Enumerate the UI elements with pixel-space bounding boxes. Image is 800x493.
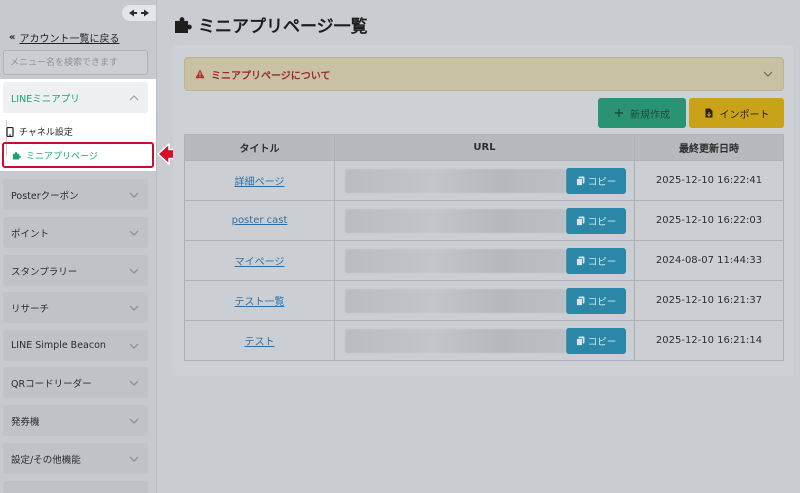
- url-value-redacted: [345, 248, 566, 273]
- page-title-link[interactable]: 詳細ページ: [235, 177, 285, 188]
- copy-button[interactable]: コピー: [566, 247, 626, 274]
- warning-icon: [195, 69, 205, 79]
- menu-group-label: リサーチ: [11, 303, 50, 315]
- copy-icon: [575, 176, 585, 186]
- chevron-down-icon: [129, 192, 139, 198]
- url-value-redacted: [345, 168, 566, 193]
- sidebar-item-channel-settings[interactable]: チャネル設定: [6, 125, 73, 138]
- menu-group-label: QRコードリーダー: [11, 378, 92, 390]
- updated-at: 2025-12-10 16:21:14: [634, 320, 784, 361]
- column-header-url: URL: [334, 134, 635, 161]
- menu-group-research[interactable]: リサーチ: [3, 292, 148, 323]
- table-header-row: タイトル URL 最終更新日時: [184, 134, 784, 161]
- menu-group-line-mini-app[interactable]: LINEミニアプリ: [3, 82, 148, 113]
- back-to-accounts-link[interactable]: « アカウント一覧に戻る: [9, 30, 119, 45]
- copy-icon: [575, 296, 585, 306]
- chevron-down-icon: [129, 418, 139, 424]
- url-value-redacted: [345, 328, 566, 353]
- menu-group-line-simple-beacon[interactable]: LINE Simple Beacon: [3, 330, 148, 361]
- menu-search-input[interactable]: [3, 50, 148, 75]
- copy-button[interactable]: コピー: [566, 327, 626, 354]
- mini-app-pages-table: タイトル URL 最終更新日時 詳細ページ コピー 2025-12-10 16:…: [184, 134, 784, 361]
- copy-button[interactable]: コピー: [566, 287, 626, 314]
- copy-label: コピー: [587, 176, 617, 188]
- chevron-down-icon: [763, 71, 773, 77]
- new-create-label: 新規作成: [630, 109, 670, 121]
- page-title-link[interactable]: マイページ: [235, 257, 285, 268]
- copy-label: コピー: [587, 216, 617, 228]
- menu-group-label: ポイント: [11, 228, 50, 240]
- page-title-text: ミニアプリページ一覧: [198, 17, 368, 37]
- chevron-down-icon: [129, 268, 139, 274]
- table-row: テスト一覧 コピー 2025-12-10 16:21:37: [184, 280, 784, 321]
- import-button[interactable]: インポート: [689, 98, 784, 128]
- updated-at: 2024-08-07 11:44:33: [634, 240, 784, 281]
- copy-button[interactable]: コピー: [566, 207, 626, 234]
- puzzle-icon: [12, 151, 21, 160]
- collapse-arrows-icon: [129, 9, 149, 17]
- menu-group-poster-coupon[interactable]: Posterクーポン: [3, 179, 148, 210]
- menu-group-settings-other[interactable]: 設定/その他機能: [3, 443, 148, 474]
- table-row: poster cast コピー 2025-12-10 16:22:03: [184, 200, 784, 241]
- chevron-down-icon: [129, 230, 139, 236]
- column-header-title: タイトル: [184, 134, 335, 161]
- menu-group-partial[interactable]: [3, 481, 148, 493]
- menu-group-label: 発券機: [11, 416, 40, 428]
- menu-group-label: LINEミニアプリ: [11, 93, 80, 105]
- copy-label: コピー: [587, 296, 617, 308]
- table-row: テスト コピー 2025-12-10 16:21:14: [184, 320, 784, 361]
- import-label: インポート: [719, 109, 770, 121]
- notice-accordion[interactable]: ミニアプリページについて: [184, 57, 784, 91]
- chevron-down-icon: [129, 380, 139, 386]
- menu-group-label: Posterクーポン: [11, 190, 79, 202]
- sidebar-item-mini-app-page[interactable]: ミニアプリページ: [2, 142, 154, 168]
- menu-group-point[interactable]: ポイント: [3, 217, 148, 248]
- copy-button[interactable]: コピー: [566, 167, 626, 194]
- chevron-up-icon: [129, 94, 139, 100]
- chevron-down-icon: [129, 456, 139, 462]
- updated-at: 2025-12-10 16:21:37: [634, 280, 784, 321]
- file-import-icon: [705, 108, 712, 118]
- copy-icon: [575, 336, 585, 346]
- new-create-button[interactable]: 新規作成: [598, 98, 686, 128]
- sidebar: « アカウント一覧に戻る LINEミニアプリ チャネル設定 ミニアプリページ P…: [0, 0, 157, 493]
- copy-icon: [575, 216, 585, 226]
- menu-group-label: LINE Simple Beacon: [11, 340, 106, 351]
- menu-group-qr-reader[interactable]: QRコードリーダー: [3, 367, 148, 398]
- puzzle-icon: [175, 16, 192, 33]
- page-title: ミニアプリページ一覧: [174, 12, 368, 37]
- copy-label: コピー: [587, 256, 617, 268]
- chevron-down-icon: [129, 343, 139, 349]
- page-title-link[interactable]: テスト一覧: [235, 297, 285, 308]
- copy-label: コピー: [587, 336, 617, 348]
- mobile-icon: [6, 126, 14, 137]
- menu-group-stamp-rally[interactable]: スタンプラリー: [3, 255, 148, 286]
- page-title-link[interactable]: poster cast: [232, 215, 288, 226]
- notice-title: ミニアプリページについて: [211, 70, 331, 82]
- column-header-updated: 最終更新日時: [634, 134, 784, 161]
- updated-at: 2025-12-10 16:22:41: [634, 160, 784, 201]
- table-row: 詳細ページ コピー 2025-12-10 16:22:41: [184, 160, 784, 201]
- menu-group-label: 設定/その他機能: [11, 454, 81, 466]
- updated-at: 2025-12-10 16:22:03: [634, 200, 784, 241]
- double-chevron-left-icon: «: [9, 32, 16, 43]
- copy-icon: [575, 256, 585, 266]
- menu-group-label: スタンプラリー: [11, 266, 78, 278]
- url-value-redacted: [345, 208, 566, 233]
- back-link-label: アカウント一覧に戻る: [19, 34, 120, 45]
- sidebar-item-label: チャネル設定: [19, 128, 73, 138]
- page-title-link[interactable]: テスト: [245, 337, 275, 348]
- menu-group-ticket-machine[interactable]: 発券機: [3, 405, 148, 436]
- sidebar-item-label: ミニアプリページ: [26, 151, 98, 162]
- plus-icon: [615, 109, 623, 117]
- url-value-redacted: [345, 288, 566, 313]
- sidebar-collapse-button[interactable]: [122, 5, 156, 21]
- table-row: マイページ コピー 2024-08-07 11:44:33: [184, 240, 784, 281]
- chevron-down-icon: [129, 305, 139, 311]
